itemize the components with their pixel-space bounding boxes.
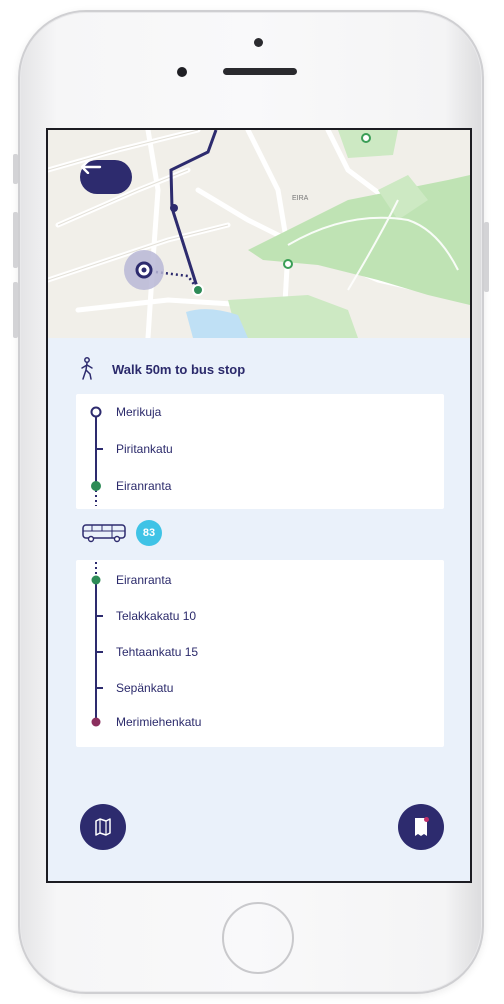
itinerary-panel: Walk 50m to bus stop Merikuja Piritankat… [48, 338, 470, 881]
bus-stop-item: Tehtaankatu 15 [116, 645, 199, 659]
back-button[interactable] [80, 160, 132, 194]
bus-stops-card: Eiranranta Telakkakatu 10 Tehtaankatu 15… [76, 560, 444, 747]
walk-instruction-text: Walk 50m to bus stop [112, 361, 246, 377]
volume-up-button [13, 212, 18, 268]
home-button[interactable] [222, 902, 294, 974]
walk-stop-item: Piritankatu [116, 442, 173, 456]
mute-switch [13, 154, 18, 184]
route-number-badge: 83 [136, 520, 162, 546]
app-screen: EIRA Walk 50m to bus stop Merikuja Pirit… [46, 128, 472, 883]
walk-stop-item: Merikuja [116, 405, 162, 419]
earpiece-speaker [223, 68, 297, 75]
front-camera [254, 38, 263, 47]
map-label-district: EIRA [292, 195, 309, 202]
proximity-sensor [177, 67, 187, 77]
map-view-button[interactable] [80, 804, 126, 850]
ticket-icon [415, 817, 429, 836]
bus-stop-item: Telakkakatu 10 [116, 609, 197, 623]
walk-timeline [90, 406, 103, 506]
bus-stop-item: Merimiehenkatu [116, 715, 202, 729]
bus-leg-header: 83 [82, 518, 162, 548]
bus-timeline [91, 562, 103, 727]
walk-stop-item: Eiranranta [116, 479, 172, 493]
volume-down-button [13, 282, 18, 338]
walk-instruction: Walk 50m to bus stop [78, 354, 245, 384]
arrow-left-icon [80, 160, 102, 174]
route-map[interactable]: EIRA [48, 130, 470, 338]
walking-person-icon [81, 357, 93, 380]
ticket-button[interactable] [398, 804, 444, 850]
bus-stop-item: Sepänkatu [116, 681, 174, 695]
map-icon [95, 818, 111, 836]
walk-stops-card: Merikuja Piritankatu Eiranranta [76, 394, 444, 509]
bus-icon [82, 524, 126, 543]
power-button [484, 222, 489, 292]
bus-stop-item: Eiranranta [116, 573, 172, 587]
